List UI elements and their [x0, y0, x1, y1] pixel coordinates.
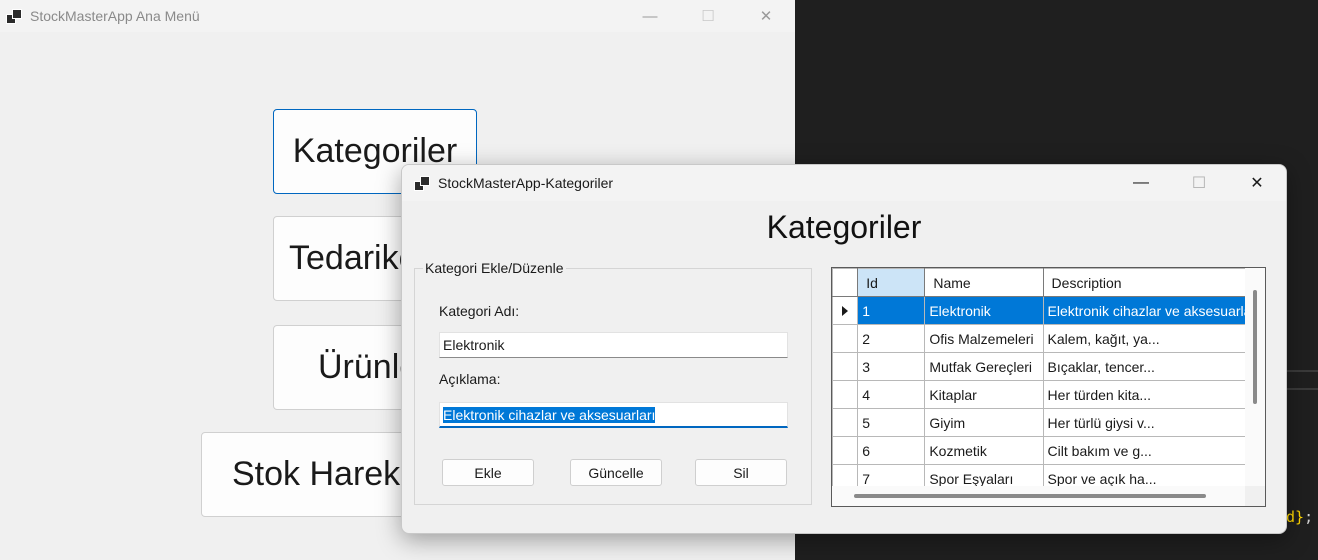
table-row[interactable]: 6 Kozmetik Cilt bakım ve g... [832, 436, 1265, 465]
kategoriler-window: StockMasterApp-Kategoriler — ☐ ✕ Kategor… [401, 164, 1287, 534]
kategori-adi-input[interactable]: Elektronik [439, 332, 788, 358]
main-window-title: StockMasterApp Ana Menü [30, 8, 200, 24]
page-title: Kategoriler [766, 209, 922, 245]
aciklama-label: Açıklama: [439, 371, 501, 387]
maximize-button[interactable]: ☐ [1170, 165, 1228, 201]
cell-description[interactable]: Bıçaklar, tencer... [1042, 352, 1265, 381]
cell-name[interactable]: Ofis Malzemeleri [924, 324, 1044, 353]
editor-code-snippet: d}; [1286, 508, 1318, 526]
app-icon [414, 176, 430, 191]
guncelle-button[interactable]: Güncelle [570, 459, 662, 486]
column-header-description[interactable]: Description [1042, 268, 1265, 297]
main-window-controls: — ☐ ✕ [621, 0, 795, 32]
kategoriler-titlebar[interactable]: StockMasterApp-Kategoriler — ☐ ✕ [402, 165, 1286, 201]
cell-id[interactable]: 3 [857, 352, 926, 381]
cell-description[interactable]: Her türlü giysi v... [1042, 408, 1265, 437]
cell-name[interactable]: Kitaplar [924, 380, 1044, 409]
editor-code-rest: ; [1304, 508, 1314, 526]
cell-id[interactable]: 5 [857, 408, 926, 437]
groupbox-legend: Kategori Ekle/Düzenle [423, 260, 566, 276]
column-header-id[interactable]: Id [857, 268, 926, 297]
grid-corner-header[interactable] [832, 268, 859, 297]
minimize-button[interactable]: — [621, 0, 679, 32]
main-titlebar[interactable]: StockMasterApp Ana Menü — ☐ ✕ [0, 0, 795, 32]
cell-id[interactable]: 1 [857, 296, 926, 325]
ekle-button[interactable]: Ekle [442, 459, 534, 486]
editor-code-bracket: d} [1286, 508, 1305, 526]
cell-description[interactable]: Kalem, kağıt, ya... [1042, 324, 1265, 353]
maximize-button[interactable]: ☐ [679, 0, 737, 32]
cell-description[interactable]: Her türden kita... [1042, 380, 1265, 409]
row-header[interactable] [832, 408, 859, 437]
cell-description[interactable]: Cilt bakım ve g... [1042, 436, 1265, 465]
cell-id[interactable]: 2 [857, 324, 926, 353]
table-row[interactable]: 1 Elektronik Elektronik cihazlar ve aksesu… [832, 296, 1265, 325]
row-header[interactable] [832, 380, 859, 409]
horizontal-scrollbar[interactable] [832, 486, 1246, 506]
cell-name[interactable]: Elektronik [924, 296, 1044, 325]
grid-table: Id Name Description 1 Elektronik Elektroni… [832, 268, 1265, 493]
table-row[interactable]: 3 Mutfak Gereçleri Bıçaklar, tencer... [832, 352, 1265, 381]
grid-header-row: Id Name Description [832, 268, 1265, 297]
kategori-groupbox: Kategori Ekle/Düzenle Kategori Adı: Elek… [414, 260, 812, 505]
aciklama-value: Elektronik cihazlar ve aksesuarları [443, 407, 656, 423]
editor-divider [1286, 370, 1318, 372]
table-row[interactable]: 5 Giyim Her türlü giysi v... [832, 408, 1265, 437]
vertical-scroll-thumb[interactable] [1253, 290, 1257, 404]
cell-id[interactable]: 6 [857, 436, 926, 465]
column-header-name[interactable]: Name [924, 268, 1044, 297]
app-icon [6, 9, 22, 24]
horizontal-scroll-thumb[interactable] [854, 494, 1206, 498]
row-header[interactable] [832, 352, 859, 381]
row-header[interactable] [832, 324, 859, 353]
close-button[interactable]: ✕ [737, 0, 795, 32]
close-button[interactable]: ✕ [1228, 165, 1286, 201]
aciklama-input[interactable]: Elektronik cihazlar ve aksesuarları [439, 402, 788, 428]
cell-name[interactable]: Mutfak Gereçleri [924, 352, 1044, 381]
kategoriler-window-title: StockMasterApp-Kategoriler [438, 175, 614, 191]
editor-divider [1286, 388, 1318, 390]
cell-name[interactable]: Giyim [924, 408, 1044, 437]
row-header[interactable] [832, 296, 859, 325]
table-row[interactable]: 2 Ofis Malzemeleri Kalem, kağıt, ya... [832, 324, 1265, 353]
cell-id[interactable]: 4 [857, 380, 926, 409]
kategori-adi-value: Elektronik [443, 337, 505, 353]
table-row[interactable]: 4 Kitaplar Her türden kita... [832, 380, 1265, 409]
current-row-arrow-icon [842, 305, 849, 316]
scrollbar-corner [1245, 486, 1265, 506]
sil-button[interactable]: Sil [695, 459, 787, 486]
minimize-button[interactable]: — [1112, 165, 1170, 201]
kategori-adi-label: Kategori Adı: [439, 303, 520, 319]
row-header[interactable] [832, 436, 859, 465]
cell-name[interactable]: Kozmetik [924, 436, 1044, 465]
kategoriler-datagrid[interactable]: Id Name Description 1 Elektronik Elektroni… [831, 267, 1266, 507]
cell-description[interactable]: Elektronik cihazlar ve aksesuarları [1042, 296, 1265, 325]
vertical-scrollbar[interactable] [1245, 268, 1265, 486]
kategoriler-window-controls: — ☐ ✕ [1112, 165, 1286, 201]
